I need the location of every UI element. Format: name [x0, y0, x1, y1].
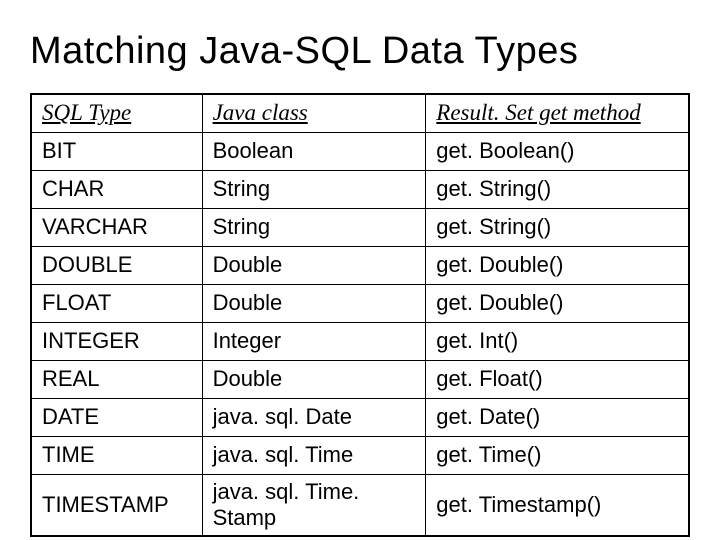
cell-method: get. String()	[426, 170, 689, 208]
table-row: TIME java. sql. Time get. Time()	[31, 436, 689, 474]
table-row: DOUBLE Double get. Double()	[31, 246, 689, 284]
table-row: INTEGER Integer get. Int()	[31, 322, 689, 360]
cell-java: String	[202, 170, 426, 208]
cell-method: get. Double()	[426, 284, 689, 322]
cell-method: get. Int()	[426, 322, 689, 360]
cell-sql: VARCHAR	[31, 208, 202, 246]
cell-java: Integer	[202, 322, 426, 360]
cell-method: get. Double()	[426, 246, 689, 284]
header-sql-type: SQL Type	[31, 94, 202, 132]
table-row: TIMESTAMP java. sql. Time. Stamp get. Ti…	[31, 474, 689, 536]
cell-java: Double	[202, 360, 426, 398]
table-row: FLOAT Double get. Double()	[31, 284, 689, 322]
data-types-table: SQL Type Java class Result. Set get meth…	[30, 93, 690, 537]
header-java-class: Java class	[202, 94, 426, 132]
cell-java: java. sql. Time	[202, 436, 426, 474]
cell-sql: TIME	[31, 436, 202, 474]
header-resultset-method: Result. Set get method	[426, 94, 689, 132]
table-row: VARCHAR String get. String()	[31, 208, 689, 246]
cell-sql: TIMESTAMP	[31, 474, 202, 536]
cell-method: get. Date()	[426, 398, 689, 436]
cell-java: java. sql. Date	[202, 398, 426, 436]
cell-java: java. sql. Time. Stamp	[202, 474, 426, 536]
cell-method: get. Timestamp()	[426, 474, 689, 536]
cell-sql: FLOAT	[31, 284, 202, 322]
cell-java: Double	[202, 284, 426, 322]
table-row: BIT Boolean get. Boolean()	[31, 132, 689, 170]
cell-sql: DOUBLE	[31, 246, 202, 284]
table-body: BIT Boolean get. Boolean() CHAR String g…	[31, 132, 689, 536]
cell-java: Double	[202, 246, 426, 284]
page-title: Matching Java-SQL Data Types	[30, 30, 690, 73]
table-row: CHAR String get. String()	[31, 170, 689, 208]
cell-sql: BIT	[31, 132, 202, 170]
cell-java: String	[202, 208, 426, 246]
cell-java: Boolean	[202, 132, 426, 170]
cell-sql: CHAR	[31, 170, 202, 208]
cell-method: get. Time()	[426, 436, 689, 474]
cell-method: get. Float()	[426, 360, 689, 398]
table-header-row: SQL Type Java class Result. Set get meth…	[31, 94, 689, 132]
cell-method: get. Boolean()	[426, 132, 689, 170]
table-row: REAL Double get. Float()	[31, 360, 689, 398]
cell-sql: DATE	[31, 398, 202, 436]
cell-method: get. String()	[426, 208, 689, 246]
table-row: DATE java. sql. Date get. Date()	[31, 398, 689, 436]
cell-sql: INTEGER	[31, 322, 202, 360]
cell-sql: REAL	[31, 360, 202, 398]
